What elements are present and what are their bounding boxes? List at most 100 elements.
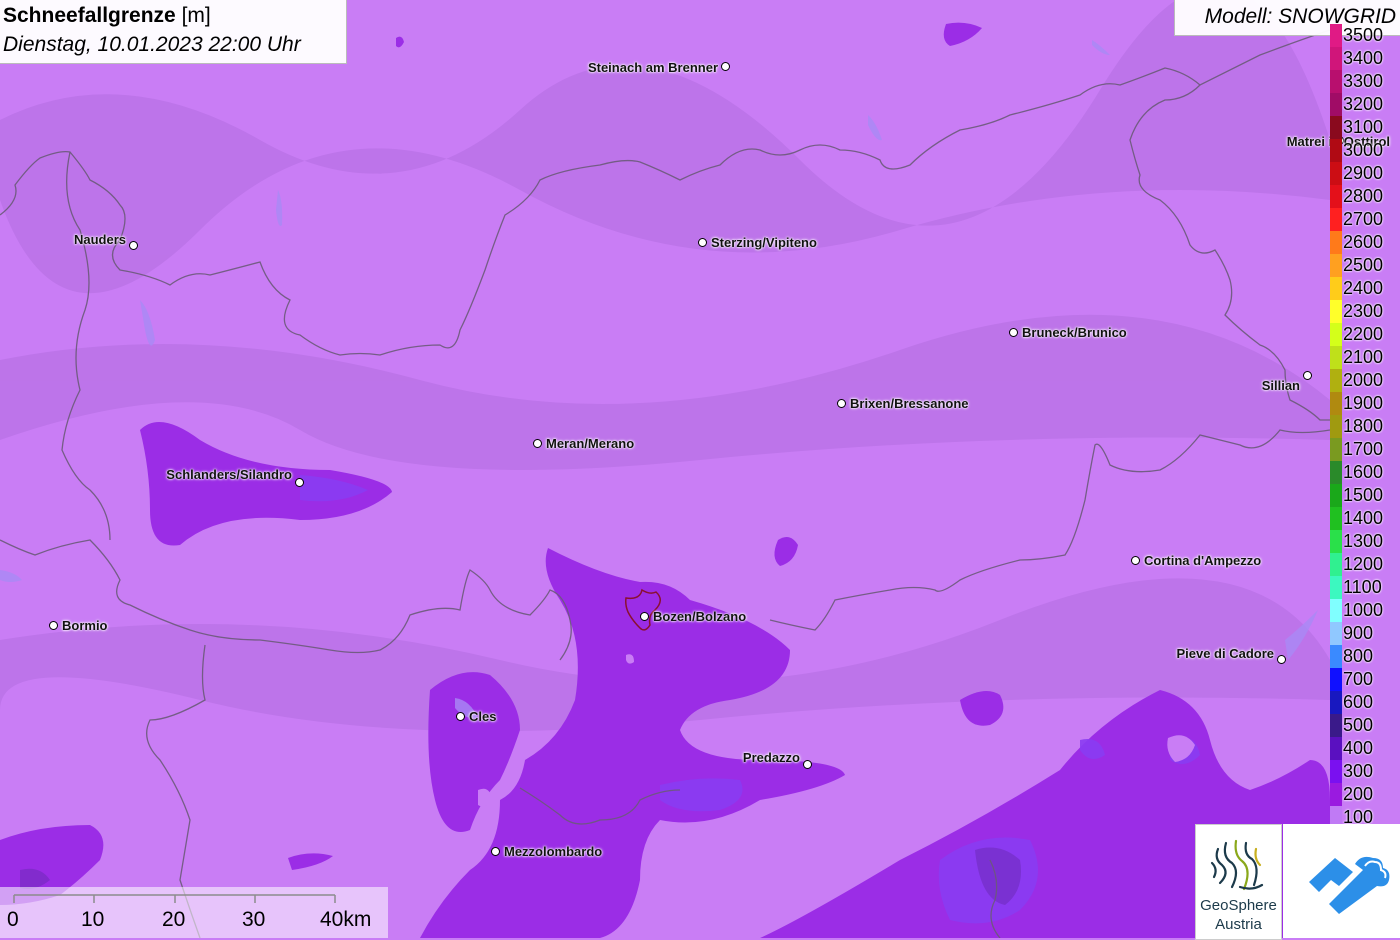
town-label: Cles [469, 709, 497, 724]
scale-label-20: 20 [162, 908, 186, 931]
legend-swatch [1330, 714, 1342, 737]
parameter-name: Schneefallgrenze [3, 4, 176, 27]
town-label: Bormio [62, 618, 108, 633]
town-dot [533, 439, 542, 448]
cloud-arrow-logo-icon [1309, 856, 1390, 914]
legend-label: 3400 [1343, 48, 1384, 68]
town-label: Schlanders/Silandro [166, 467, 292, 482]
town-dot [1303, 371, 1312, 380]
scale-bar: 0 10 20 30 40km [0, 887, 388, 938]
legend-item: 2900 [1330, 162, 1400, 185]
legend-label: 900 [1343, 623, 1374, 643]
legend-item: 700 [1330, 668, 1400, 691]
town-label: Sillian [1261, 378, 1300, 393]
town-dot [1277, 655, 1286, 664]
legend-label: 1700 [1343, 439, 1384, 459]
legend-label: 3500 [1343, 25, 1384, 45]
legend-item: 2800 [1330, 185, 1400, 208]
legend-swatch [1330, 300, 1342, 323]
legend-item: 2000 [1330, 369, 1400, 392]
legend-label: 2800 [1343, 186, 1384, 206]
legend-label: 1200 [1343, 554, 1384, 574]
legend-label: 1000 [1343, 600, 1384, 620]
legend-label: 3300 [1343, 71, 1384, 91]
legend-swatch [1330, 254, 1342, 277]
legend-label: 2400 [1343, 278, 1384, 298]
legend-swatch [1330, 277, 1342, 300]
legend-item: 3400 [1330, 47, 1400, 70]
town-dot [491, 847, 500, 856]
scale-label-0: 0 [7, 908, 19, 931]
legend-item: 1600 [1330, 461, 1400, 484]
town-label: Mezzolombardo [504, 844, 603, 859]
legend-swatch [1330, 415, 1342, 438]
legend-item: 2600 [1330, 231, 1400, 254]
legend-swatch [1330, 438, 1342, 461]
legend-label: 400 [1343, 738, 1374, 758]
legend-label: 2000 [1343, 370, 1384, 390]
legend-item: 1300 [1330, 530, 1400, 553]
legend-label: 3200 [1343, 94, 1384, 114]
legend-swatch [1330, 668, 1342, 691]
town-label: Pieve di Cadore [1176, 646, 1274, 661]
legend-item: 2500 [1330, 254, 1400, 277]
legend-item: 3000 [1330, 139, 1400, 162]
legend-swatch [1330, 93, 1342, 116]
legend-item: 2100 [1330, 346, 1400, 369]
legend-swatch [1330, 599, 1342, 622]
legend-label: 300 [1343, 761, 1374, 781]
town-label: Meran/Merano [546, 436, 635, 451]
town-dot [698, 238, 707, 247]
legend-item: 600 [1330, 691, 1400, 714]
town-dot [640, 612, 649, 621]
parameter-unit: [m] [181, 4, 211, 27]
map-title-panel: Schneefallgrenze [m] Dienstag, 10.01.202… [0, 0, 347, 64]
legend-item: 800 [1330, 645, 1400, 668]
legend-label: 1600 [1343, 462, 1384, 482]
legend-swatch [1330, 70, 1342, 93]
legend-item: 3200 [1330, 93, 1400, 116]
color-legend: 3500 3400 3300 3200 3100 3000 2900 2800 2700 260… [1330, 24, 1400, 829]
legend-label: 2700 [1343, 209, 1384, 229]
legend-swatch [1330, 185, 1342, 208]
town-label: Sterzing/Vipiteno [711, 235, 817, 250]
legend-label: 1500 [1343, 485, 1384, 505]
legend-label: 1100 [1343, 577, 1382, 597]
legend-item: 2700 [1330, 208, 1400, 231]
legend-swatch [1330, 346, 1342, 369]
legend-label: 500 [1343, 715, 1374, 735]
legend-swatch [1330, 47, 1342, 70]
legend-item: 1700 [1330, 438, 1400, 461]
legend-item: 1400 [1330, 507, 1400, 530]
legend-label: 1300 [1343, 531, 1384, 551]
legend-swatch [1330, 139, 1342, 162]
legend-swatch [1330, 162, 1342, 185]
town-label: Nauders [73, 232, 126, 247]
legend-item: 500 [1330, 714, 1400, 737]
weather-app-logo[interactable] [1283, 824, 1400, 938]
legend-label: 2300 [1343, 301, 1384, 321]
town-label: Predazzo [742, 750, 800, 765]
legend-swatch [1330, 116, 1342, 139]
legend-label: 800 [1343, 646, 1374, 666]
legend-swatch [1330, 737, 1342, 760]
town-label: Cortina d'Ampezzo [1144, 553, 1262, 568]
legend-item: 2300 [1330, 300, 1400, 323]
legend-label: 2500 [1343, 255, 1384, 275]
scale-label-40km: 40km [320, 908, 372, 931]
legend-item: 1900 [1330, 392, 1400, 415]
legend-label: 200 [1343, 784, 1374, 804]
map-datetime: Dienstag, 10.01.2023 22:00 Uhr [3, 33, 301, 56]
geosphere-logo-line1: GeoSphere [1200, 897, 1277, 914]
legend-item: 200 [1330, 783, 1400, 806]
town-dot [803, 760, 812, 769]
legend-label: 1800 [1343, 416, 1384, 436]
legend-label: 2900 [1343, 163, 1384, 183]
legend-swatch [1330, 484, 1342, 507]
legend-swatch [1330, 507, 1342, 530]
legend-swatch [1330, 553, 1342, 576]
legend-swatch [1330, 392, 1342, 415]
geosphere-logo[interactable]: GeoSphere Austria [1195, 824, 1282, 940]
legend-swatch [1330, 530, 1342, 553]
legend-swatch [1330, 783, 1342, 806]
